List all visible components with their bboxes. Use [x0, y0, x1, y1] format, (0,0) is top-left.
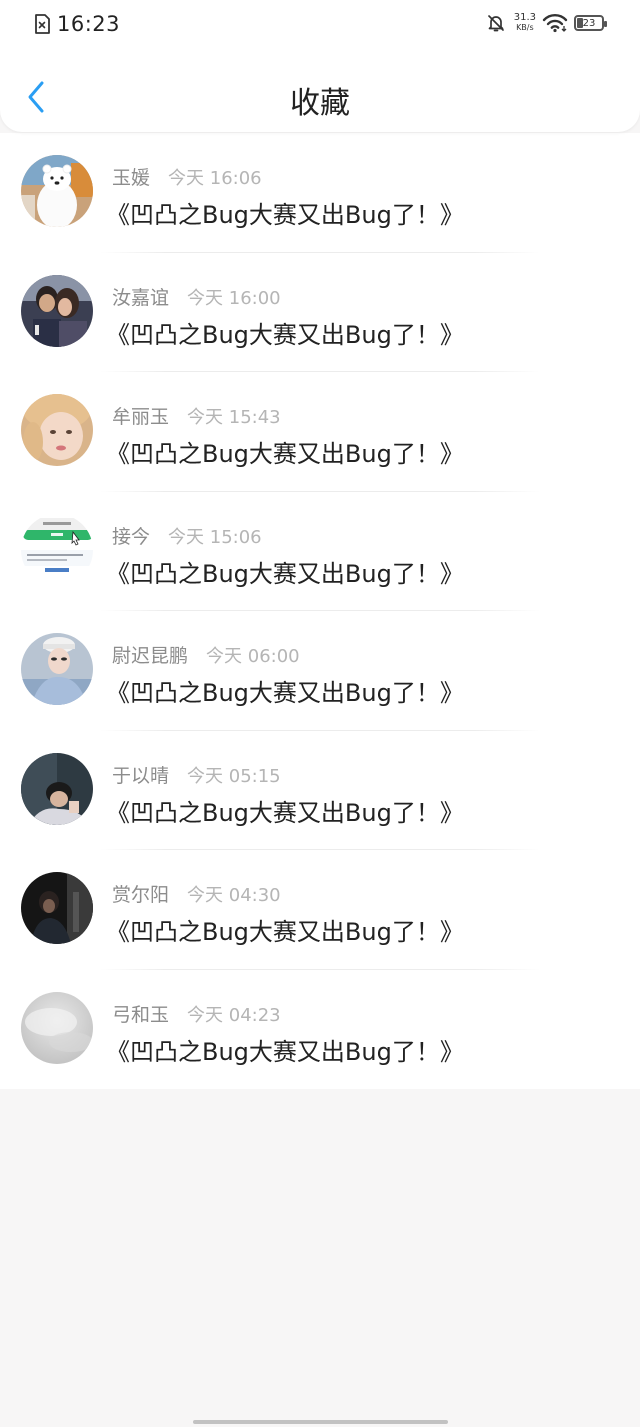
- message-text: 《凹凸之Bug大赛又出Bug了！》: [106, 918, 464, 946]
- no-sim-icon: [34, 14, 50, 34]
- message-text: 《凹凸之Bug大赛又出Bug了！》: [106, 798, 464, 827]
- author-name: 牟丽玉: [112, 406, 170, 428]
- network-speed-value: 31.3: [513, 12, 536, 23]
- favorite-item[interactable]: 汝嘉谊 今天 16:00 《凹凸之Bug大赛又出Bug了！》: [0, 253, 640, 372]
- timestamp: 今天 16:06: [168, 168, 262, 189]
- message-text: 《凹凸之Bug大赛又出Bug了！》: [106, 440, 464, 468]
- timestamp: 今天 15:43: [187, 407, 281, 428]
- favorite-item[interactable]: 牟丽玉 今天 15:43 《凹凸之Bug大赛又出Bug了！》: [0, 372, 640, 492]
- status-right: 31.3 KB/s 23: [486, 13, 607, 33]
- item-meta: 牟丽玉 今天 15:43: [112, 402, 281, 429]
- item-meta: 汝嘉谊 今天 16:00: [112, 283, 281, 310]
- status-bar: 16:23 31.3 KB/s 23: [0, 0, 640, 50]
- item-meta: 玉媛 今天 16:06: [112, 163, 262, 190]
- message-text: 《凹凸之Bug大赛又出Bug了！》: [106, 320, 464, 349]
- favorite-item[interactable]: 玉媛 今天 16:06 《凹凸之Bug大赛又出Bug了！》: [0, 133, 640, 253]
- author-name: 玉媛: [112, 167, 151, 189]
- item-meta: 于以晴 今天 05:15: [112, 761, 281, 788]
- avatar: [21, 155, 93, 227]
- timestamp: 今天 04:23: [187, 1004, 281, 1026]
- battery-percent: 23: [582, 17, 596, 29]
- timestamp: 今天 05:15: [187, 765, 281, 787]
- author-name: 于以晴: [112, 764, 170, 787]
- item-meta: 弓和玉 今天 04:23: [112, 1000, 281, 1027]
- favorite-item[interactable]: 尉迟昆鹏 今天 06:00 《凹凸之Bug大赛又出Bug了！》: [0, 611, 640, 731]
- status-left: 16:23: [34, 12, 120, 36]
- avatar: [21, 633, 93, 705]
- page-title: 收藏: [290, 86, 350, 121]
- item-meta: 赏尔阳 今天 04:30: [112, 880, 281, 907]
- wifi-icon: [542, 13, 568, 33]
- author-name: 弓和玉: [112, 1003, 170, 1026]
- top-app-bar: 16:23 31.3 KB/s 23 收藏: [0, 0, 640, 132]
- favorite-item[interactable]: 赏尔阳 今天 04:30 《凹凸之Bug大赛又出Bug了！》: [0, 850, 640, 970]
- avatar: [21, 513, 93, 586]
- avatar: [21, 274, 93, 347]
- item-meta: 尉迟昆鹏 今天 06:00: [112, 641, 300, 668]
- message-text: 《凹凸之Bug大赛又出Bug了！》: [106, 559, 464, 588]
- battery-icon: 23: [574, 15, 607, 31]
- home-indicator[interactable]: [193, 1420, 448, 1424]
- favorite-item[interactable]: 于以晴 今天 05:15 《凹凸之Bug大赛又出Bug了！》: [0, 731, 640, 850]
- network-speed-unit: KB/s: [516, 23, 534, 32]
- author-name: 接今: [112, 525, 151, 548]
- author-name: 汝嘉谊: [112, 286, 170, 309]
- item-meta: 接今 今天 15:06: [112, 522, 262, 549]
- avatar: [21, 752, 93, 825]
- favorite-item[interactable]: 接今 今天 15:06 《凹凸之Bug大赛又出Bug了！》: [0, 492, 640, 611]
- timestamp: 今天 15:06: [168, 526, 262, 548]
- navigation-bar: 收藏: [0, 60, 640, 132]
- timestamp: 今天 16:00: [187, 287, 281, 309]
- message-text: 《凹凸之Bug大赛又出Bug了！》: [106, 679, 464, 707]
- favorite-item[interactable]: 弓和玉 今天 04:23 《凹凸之Bug大赛又出Bug了！》: [0, 970, 640, 1090]
- timestamp: 今天 06:00: [206, 646, 300, 667]
- message-text: 《凹凸之Bug大赛又出Bug了！》: [106, 1037, 464, 1066]
- avatar: [21, 872, 93, 944]
- status-time: 16:23: [57, 12, 121, 36]
- favorites-list: 玉媛 今天 16:06 《凹凸之Bug大赛又出Bug了！》 汝嘉谊 今天 16:…: [0, 133, 640, 1089]
- message-text: 《凹凸之Bug大赛又出Bug了！》: [106, 201, 464, 229]
- timestamp: 今天 04:30: [187, 885, 281, 906]
- avatar: [21, 394, 93, 466]
- network-speed: 31.3 KB/s: [514, 13, 536, 33]
- author-name: 尉迟昆鹏: [112, 645, 189, 667]
- bell-muted-icon: [486, 13, 506, 33]
- avatar: [21, 991, 93, 1064]
- author-name: 赏尔阳: [112, 884, 170, 906]
